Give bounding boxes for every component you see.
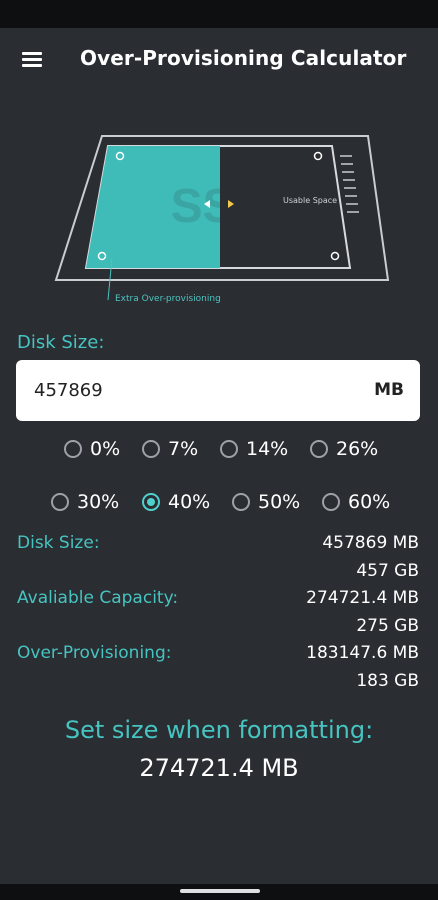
radio-circle xyxy=(64,440,82,458)
stat-available-gb: 275 GB xyxy=(356,616,419,636)
format-value: 274721.4 MB xyxy=(139,754,299,782)
radio-26[interactable]: 26% xyxy=(310,436,378,462)
stat-disk-size-gb: 457 GB xyxy=(356,561,419,581)
status-bar xyxy=(0,0,438,28)
radio-label: 7% xyxy=(168,438,199,460)
radio-circle xyxy=(51,493,69,511)
extra-op-label: Extra Over-provisioning xyxy=(115,294,221,304)
radio-0[interactable]: 0% xyxy=(64,436,120,462)
format-title: Set size when formatting: xyxy=(64,716,374,744)
radio-label: 40% xyxy=(168,491,211,513)
unit-label: MB xyxy=(374,380,404,400)
radio-label: 30% xyxy=(77,491,120,513)
radio-label: 60% xyxy=(348,491,391,513)
usable-space-label: Usable Space xyxy=(283,196,338,205)
stat-op-label: Over-Provisioning: xyxy=(17,643,172,663)
radio-50[interactable]: 50% xyxy=(232,489,300,515)
app-title: Over-Provisioning Calculator xyxy=(80,46,407,70)
radio-7[interactable]: 7% xyxy=(142,436,198,462)
hamburger-menu-icon xyxy=(22,52,42,68)
radio-circle xyxy=(220,440,238,458)
ssd-watermark: SSD xyxy=(171,180,270,233)
radio-label: 50% xyxy=(258,491,301,513)
disk-size-field[interactable]: MB xyxy=(16,360,420,421)
radio-60[interactable]: 60% xyxy=(322,489,390,515)
menu-button[interactable] xyxy=(14,42,50,78)
stat-available-mb: 274721.4 MB xyxy=(306,588,419,608)
stat-disk-size-label: Disk Size: xyxy=(17,533,100,553)
stat-disk-size-mb: 457869 MB xyxy=(322,533,419,553)
radio-label: 26% xyxy=(336,438,379,460)
disk-size-label: Disk Size: xyxy=(17,332,105,353)
radio-40[interactable]: 40% xyxy=(142,489,210,515)
stat-op-mb: 183147.6 MB xyxy=(306,643,419,663)
home-handle[interactable] xyxy=(180,889,260,893)
radio-30[interactable]: 30% xyxy=(51,489,119,515)
disk-size-input[interactable] xyxy=(34,360,334,421)
radio-label: 0% xyxy=(90,438,121,460)
navigation-bar xyxy=(0,884,438,900)
stat-available-label: Avaliable Capacity: xyxy=(17,588,179,608)
stat-op-gb: 183 GB xyxy=(356,671,419,691)
radio-circle xyxy=(142,440,160,458)
radio-label: 14% xyxy=(246,438,289,460)
radio-circle-selected xyxy=(142,493,160,511)
ssd-illustration: SSD xyxy=(54,135,390,301)
radio-circle xyxy=(310,440,328,458)
radio-circle xyxy=(322,493,340,511)
app-bar: Over-Provisioning Calculator xyxy=(0,28,438,92)
radio-circle xyxy=(232,493,250,511)
radio-14[interactable]: 14% xyxy=(220,436,288,462)
